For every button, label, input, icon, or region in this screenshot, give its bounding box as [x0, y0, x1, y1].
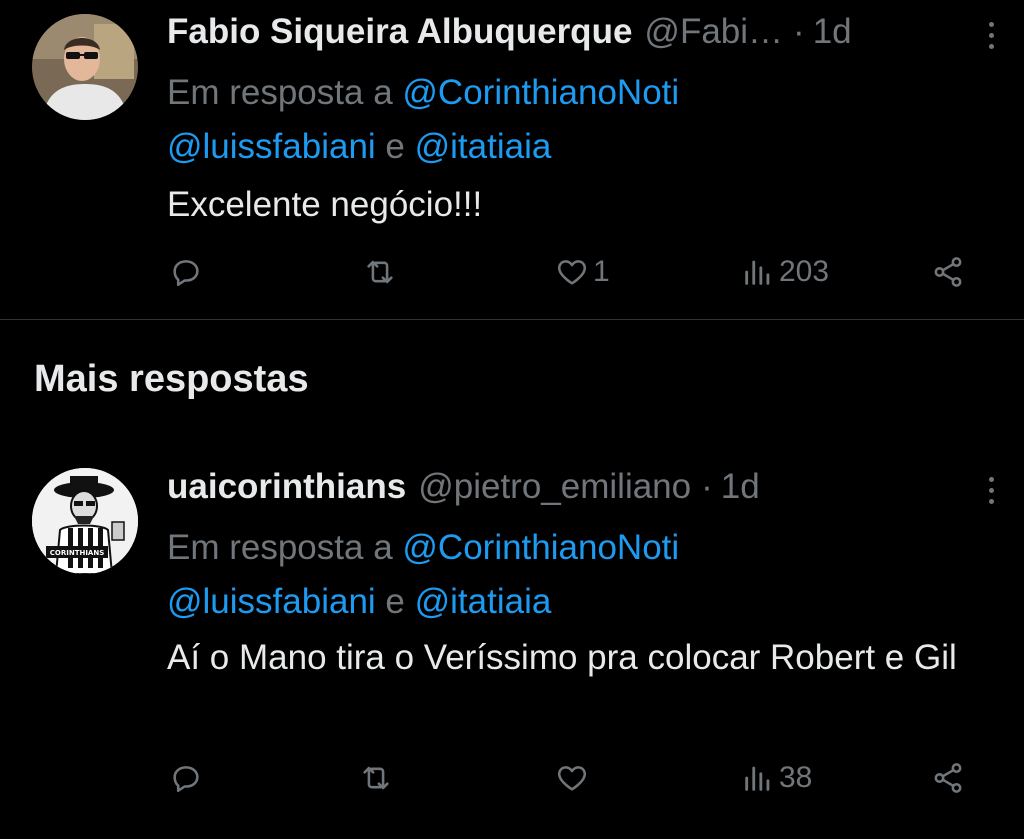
like-button[interactable]: 1	[555, 252, 610, 292]
reply-context: Em resposta a @CorinthianoNoti @luissfab…	[167, 66, 867, 174]
mention-link[interactable]: @CorinthianoNoti	[402, 73, 679, 112]
reply-context: Em resposta a @CorinthianoNoti @luissfab…	[167, 521, 867, 629]
reply-button[interactable]	[169, 252, 203, 292]
display-name[interactable]: Fabio Siqueira Albuquerque	[167, 10, 632, 54]
share-button[interactable]	[931, 252, 965, 292]
retweet-button[interactable]	[359, 758, 393, 798]
action-bar: 38	[167, 758, 1004, 798]
reply-button[interactable]	[169, 758, 203, 798]
separator-dot: ·	[793, 12, 805, 51]
share-icon	[934, 763, 962, 793]
divider	[0, 319, 1024, 320]
retweet-icon	[367, 260, 393, 284]
like-button[interactable]	[555, 758, 593, 798]
reply-icon	[173, 260, 199, 287]
views-button[interactable]: 38	[741, 758, 812, 798]
views-icon	[745, 766, 770, 791]
tweet[interactable]: Fabio Siqueira Albuquerque @Fabi… · 1d E…	[0, 0, 1024, 320]
views-count: 38	[779, 761, 813, 794]
avatar-illustration: CORINTHIANS	[32, 468, 138, 574]
mention-link[interactable]: @itatiaia	[415, 127, 552, 166]
heart-icon	[557, 766, 587, 791]
reply-icon	[173, 766, 199, 793]
tweet-text: Aí o Mano tira o Veríssimo pra colocar R…	[167, 638, 957, 677]
mention-link[interactable]: @itatiaia	[415, 582, 552, 621]
section-title: Mais respostas	[34, 358, 309, 400]
mention-link[interactable]: @CorinthianoNoti	[402, 528, 679, 567]
action-bar: 1 203	[167, 252, 1004, 292]
timestamp[interactable]: 1d	[721, 465, 760, 509]
reply-conjunction: e	[385, 127, 405, 166]
reply-prefix: Em resposta a	[167, 528, 393, 567]
display-name[interactable]: uaicorinthians	[167, 465, 406, 509]
avatar[interactable]: CORINTHIANS	[32, 468, 138, 574]
user-handle[interactable]: @Fabi…	[644, 10, 783, 54]
avatar[interactable]	[32, 14, 138, 120]
share-button[interactable]	[931, 758, 965, 798]
user-handle[interactable]: @pietro_emiliano	[418, 465, 691, 509]
tweet-text: Excelente negócio!!!	[167, 185, 483, 224]
reply-prefix: Em resposta a	[167, 73, 393, 112]
more-icon[interactable]	[986, 22, 996, 54]
more-icon[interactable]	[986, 477, 996, 509]
retweet-button[interactable]	[363, 252, 397, 292]
tweet[interactable]: CORINTHIANS uaicorinthians @pietro_emili…	[0, 455, 1024, 839]
share-icon	[934, 257, 962, 287]
mention-link[interactable]: @luissfabiani	[167, 582, 376, 621]
retweet-icon	[363, 766, 389, 790]
avatar-caption: CORINTHIANS	[50, 549, 105, 557]
views-button[interactable]: 203	[741, 252, 829, 292]
views-count: 203	[779, 255, 830, 288]
views-icon	[745, 260, 770, 285]
avatar-photo	[32, 14, 138, 120]
mention-link[interactable]: @luissfabiani	[167, 127, 376, 166]
separator-dot: ·	[701, 467, 713, 506]
timestamp[interactable]: 1d	[813, 10, 852, 54]
like-count: 1	[593, 255, 610, 288]
heart-icon	[557, 260, 587, 285]
reply-conjunction: e	[385, 582, 405, 621]
